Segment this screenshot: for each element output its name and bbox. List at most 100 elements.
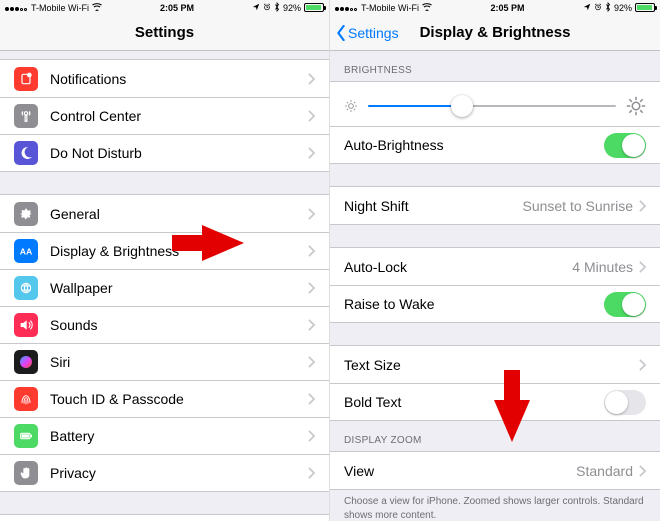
location-icon bbox=[252, 3, 260, 13]
sun-large-icon bbox=[626, 96, 646, 116]
bold-text-row[interactable]: Bold Text bbox=[330, 383, 660, 420]
settings-row-control-center[interactable]: Control Center bbox=[0, 97, 329, 134]
chevron-right-icon bbox=[639, 261, 646, 273]
settings-row-touch-id-passcode[interactable]: Touch ID & Passcode bbox=[0, 380, 329, 417]
chevron-right-icon bbox=[308, 73, 315, 85]
auto-brightness-label: Auto-Brightness bbox=[344, 137, 604, 153]
nav-title: Settings bbox=[135, 24, 194, 41]
moon-icon bbox=[14, 141, 38, 165]
auto-brightness-toggle[interactable] bbox=[604, 133, 646, 158]
settings-row-display-brightness[interactable]: AA Display & Brightness bbox=[0, 232, 329, 269]
chevron-right-icon bbox=[639, 465, 646, 477]
chevron-right-icon bbox=[308, 467, 315, 479]
display-zoom-header: DISPLAY ZOOM bbox=[330, 421, 660, 451]
settings-row-wallpaper[interactable]: Wallpaper bbox=[0, 269, 329, 306]
brightness-group: Auto-Brightness bbox=[330, 81, 660, 164]
signal-dots-icon bbox=[335, 3, 358, 13]
bold-text-label: Bold Text bbox=[344, 394, 604, 410]
chevron-right-icon bbox=[308, 147, 315, 159]
row-label: Battery bbox=[50, 428, 308, 444]
chevron-right-icon bbox=[639, 200, 646, 212]
text-size-label: Text Size bbox=[344, 357, 639, 373]
row-label: Display & Brightness bbox=[50, 243, 308, 259]
settings-row-sounds[interactable]: Sounds bbox=[0, 306, 329, 343]
battery-icon bbox=[635, 3, 655, 12]
chevron-right-icon bbox=[308, 319, 315, 331]
chevron-right-icon bbox=[308, 356, 315, 368]
night-shift-row[interactable]: Night Shift Sunset to Sunrise bbox=[330, 187, 660, 224]
view-row[interactable]: View Standard bbox=[330, 452, 660, 489]
controlcenter-icon bbox=[14, 104, 38, 128]
battery-icon bbox=[304, 3, 324, 12]
raise-to-wake-row[interactable]: Raise to Wake bbox=[330, 285, 660, 322]
chevron-right-icon bbox=[308, 208, 315, 220]
settings-row-battery[interactable]: Battery bbox=[0, 417, 329, 454]
siri-icon bbox=[14, 350, 38, 374]
svg-text:AA: AA bbox=[20, 246, 33, 256]
display-zoom-footer: Choose a view for iPhone. Zoomed shows l… bbox=[330, 490, 660, 521]
wallpaper-icon bbox=[14, 276, 38, 300]
night-shift-value: Sunset to Sunrise bbox=[522, 198, 633, 214]
view-value: Standard bbox=[576, 463, 633, 479]
location-icon bbox=[583, 3, 591, 13]
row-label: Privacy bbox=[50, 465, 308, 481]
night-shift-label: Night Shift bbox=[344, 198, 522, 214]
back-button[interactable]: Settings bbox=[336, 25, 399, 41]
brightness-slider[interactable] bbox=[368, 105, 616, 107]
touchid-icon bbox=[14, 387, 38, 411]
settings-row-general[interactable]: General bbox=[0, 195, 329, 232]
wifi-icon bbox=[92, 3, 102, 13]
row-label: Wallpaper bbox=[50, 280, 308, 296]
bluetooth-icon bbox=[605, 2, 611, 14]
carrier-label: T-Mobile Wi-Fi bbox=[361, 3, 419, 13]
chevron-right-icon bbox=[308, 393, 315, 405]
settings-group-1: Notifications Control Center Do Not Distur… bbox=[0, 59, 329, 172]
sounds-icon bbox=[14, 313, 38, 337]
settings-row-privacy[interactable]: Privacy bbox=[0, 454, 329, 491]
alarm-icon bbox=[594, 3, 602, 13]
battery-pct: 92% bbox=[283, 3, 301, 13]
nav-title: Display & Brightness bbox=[420, 24, 571, 41]
settings-group-2: General AA Display & Brightness Wallpaper So… bbox=[0, 194, 329, 492]
row-label: Notifications bbox=[50, 71, 308, 87]
wifi-icon bbox=[422, 3, 432, 13]
auto-lock-row[interactable]: Auto-Lock 4 Minutes bbox=[330, 248, 660, 285]
row-label: Control Center bbox=[50, 108, 308, 124]
row-label: Siri bbox=[50, 354, 308, 370]
settings-group-3: iTunes & App StoreWallet & Apple Pay bbox=[0, 514, 329, 521]
aa-icon: AA bbox=[14, 239, 38, 263]
row-label: Touch ID & Passcode bbox=[50, 391, 308, 407]
hand-icon bbox=[14, 461, 38, 485]
raise-to-wake-toggle[interactable] bbox=[604, 292, 646, 317]
auto-lock-value: 4 Minutes bbox=[572, 259, 633, 275]
chevron-right-icon bbox=[308, 245, 315, 257]
status-bar: T-Mobile Wi-Fi 2:05 PM 92% bbox=[0, 0, 329, 15]
left-phone-settings: T-Mobile Wi-Fi 2:05 PM 92% Settings Noti… bbox=[0, 0, 330, 521]
carrier-label: T-Mobile Wi-Fi bbox=[31, 3, 89, 13]
chevron-right-icon bbox=[308, 430, 315, 442]
signal-dots-icon bbox=[5, 3, 28, 13]
text-size-row[interactable]: Text Size bbox=[330, 346, 660, 383]
settings-row-itunes-app-store[interactable]: iTunes & App Store bbox=[0, 515, 329, 521]
status-time: 2:05 PM bbox=[160, 3, 194, 13]
battery-pct: 92% bbox=[614, 3, 632, 13]
notifications-icon bbox=[14, 67, 38, 91]
brightness-header: BRIGHTNESS bbox=[330, 51, 660, 81]
sun-small-icon bbox=[344, 99, 358, 113]
row-label: Do Not Disturb bbox=[50, 145, 308, 161]
settings-row-do-not-disturb[interactable]: Do Not Disturb bbox=[0, 134, 329, 171]
gear-icon bbox=[14, 202, 38, 226]
row-label: Sounds bbox=[50, 317, 308, 333]
status-time: 2:05 PM bbox=[490, 3, 524, 13]
row-label: General bbox=[50, 206, 308, 222]
bold-text-toggle[interactable] bbox=[604, 390, 646, 415]
status-bar: T-Mobile Wi-Fi 2:05 PM 92% bbox=[330, 0, 660, 15]
auto-brightness-row[interactable]: Auto-Brightness bbox=[330, 126, 660, 163]
auto-lock-label: Auto-Lock bbox=[344, 259, 572, 275]
settings-row-notifications[interactable]: Notifications bbox=[0, 60, 329, 97]
chevron-right-icon bbox=[308, 282, 315, 294]
brightness-slider-row bbox=[330, 82, 660, 126]
nav-bar: Settings Display & Brightness bbox=[330, 15, 660, 51]
settings-row-siri[interactable]: Siri bbox=[0, 343, 329, 380]
chevron-right-icon bbox=[308, 110, 315, 122]
